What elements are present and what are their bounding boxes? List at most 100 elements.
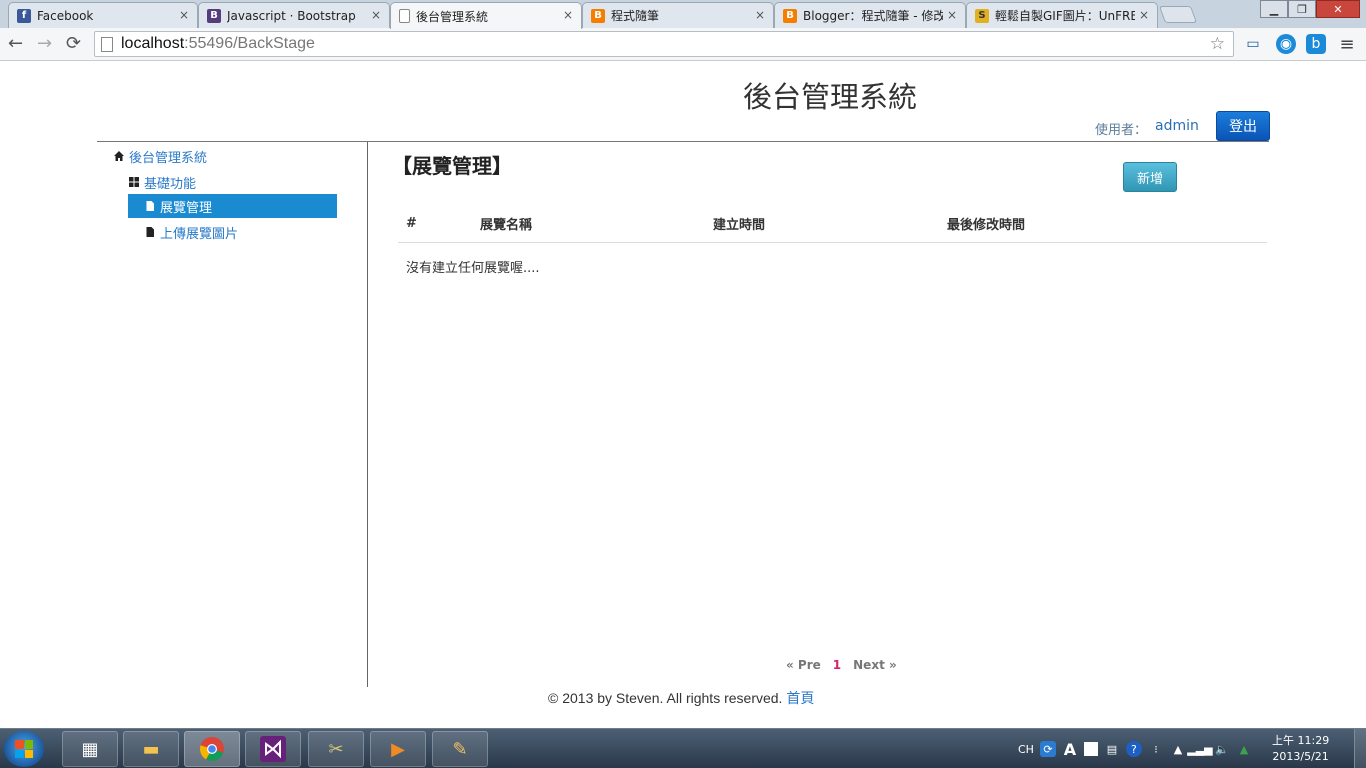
table-header: # 展覽名稱 建立時間 最後修改時間 xyxy=(398,202,1267,243)
facebook-favicon-icon: f xyxy=(17,8,31,23)
menu-icon[interactable]: ≡ xyxy=(1337,34,1357,55)
sidebar-item-home[interactable]: 後台管理系統 xyxy=(113,144,207,168)
prev-page-link[interactable]: « Pre xyxy=(786,658,821,672)
extension-compass-icon[interactable]: ◉ xyxy=(1276,34,1296,54)
drive-sync-icon[interactable]: ▲ xyxy=(1236,741,1252,757)
file-icon xyxy=(144,200,156,212)
bookmark-star-icon[interactable]: ☆ xyxy=(1210,34,1225,54)
new-tab-button[interactable] xyxy=(1158,6,1198,23)
tab-title: 後台管理系統 xyxy=(416,9,489,24)
blogger-favicon-icon: B xyxy=(783,8,797,23)
user-name-link[interactable]: admin xyxy=(1155,118,1199,134)
browser-tab-gif[interactable]: S 輕鬆自製GIF圖片：UnFRE × xyxy=(966,2,1158,28)
tab-title: 程式隨筆 xyxy=(611,9,660,23)
sidebar-item-exhibition-management[interactable]: 展覽管理 xyxy=(128,194,337,218)
exhibition-table: # 展覽名稱 建立時間 最後修改時間 沒有建立任何展覽喔.... xyxy=(398,202,1267,276)
sidebar-item-label: 基礎功能 xyxy=(144,176,197,192)
column-header-created: 建立時間 xyxy=(713,218,766,233)
add-button[interactable]: 新增 xyxy=(1123,162,1177,192)
next-page-link[interactable]: Next » xyxy=(853,658,897,672)
explorer-taskbar-icon[interactable]: ▬ xyxy=(123,731,179,767)
page-title: 後台管理系統 xyxy=(743,80,918,114)
half-width-icon[interactable] xyxy=(1083,742,1098,756)
tab-title: Javascript · Bootstrap xyxy=(227,8,356,23)
window-close-icon[interactable]: ✕ xyxy=(1316,0,1360,18)
tab-close-icon[interactable]: × xyxy=(563,8,573,22)
page-icon xyxy=(101,36,113,52)
minimize-icon[interactable]: ▁ xyxy=(1260,0,1288,18)
tab-title: 輕鬆自製GIF圖片：UnFRE xyxy=(995,9,1135,23)
tab-close-icon[interactable]: × xyxy=(1139,8,1149,22)
show-hidden-icons-icon[interactable]: ▲ xyxy=(1170,741,1186,757)
column-header-index: # xyxy=(406,216,417,231)
browser-tab-blog[interactable]: B 程式隨筆 × xyxy=(582,2,774,28)
blogger-favicon-icon: B xyxy=(591,8,605,23)
system-tray: CH ⟳ A ▤ ? ⁝ ▲ ▂▃▅ 🔈 ▲ xyxy=(1018,729,1252,768)
paint-taskbar-icon[interactable]: ✎ xyxy=(432,731,488,767)
ime-options-icon[interactable]: ⁝ xyxy=(1148,741,1164,757)
browser-tab-backstage[interactable]: 後台管理系統 × xyxy=(390,2,582,29)
ime-pad-icon[interactable]: ▤ xyxy=(1104,741,1120,757)
forward-arrow-icon[interactable]: → xyxy=(37,33,52,54)
browser-tab-strip: f Facebook × B Javascript · Bootstrap × … xyxy=(0,0,1366,29)
section-title: 【展覽管理】 xyxy=(392,154,512,178)
footer-home-link[interactable]: 首頁 xyxy=(786,690,814,706)
footer-copyright: © 2013 by Steven. All rights reserved. xyxy=(548,690,783,706)
visual-studio-taskbar-icon[interactable] xyxy=(245,731,301,767)
reload-icon[interactable]: ⟳ xyxy=(66,33,81,54)
url-host: localhost xyxy=(121,35,185,52)
tab-close-icon[interactable]: × xyxy=(947,8,957,22)
media-player-taskbar-icon[interactable]: ▶ xyxy=(370,731,426,767)
sidebar-item-upload-images[interactable]: 上傳展覽圖片 xyxy=(144,220,238,244)
browser-tab-facebook[interactable]: f Facebook × xyxy=(8,2,198,28)
address-bar[interactable]: localhost:55496/BackStage ☆ xyxy=(94,31,1234,57)
font-size-icon[interactable]: A xyxy=(1062,740,1078,759)
browser-tab-blogger-edit[interactable]: B Blogger：程式隨筆 - 修改 × xyxy=(774,2,966,28)
sidebar-item-basic-functions[interactable]: 基礎功能 xyxy=(128,170,196,194)
home-icon xyxy=(113,150,125,162)
url-path: :55496/BackStage xyxy=(184,35,315,52)
bootstrap-favicon-icon: B xyxy=(207,8,221,23)
sidebar-divider xyxy=(367,142,368,687)
restore-icon[interactable]: ❐ xyxy=(1288,0,1316,18)
logout-button[interactable]: 登出 xyxy=(1216,111,1270,141)
current-page-link[interactable]: 1 xyxy=(833,658,841,672)
column-header-name: 展覽名稱 xyxy=(480,218,533,233)
sidebar-item-label: 上傳展覽圖片 xyxy=(160,226,239,242)
cast-icon[interactable]: ▭ xyxy=(1243,34,1263,54)
page-content: 後台管理系統 使用者： admin 登出 後台管理系統 基礎功能 展覽管理 上傳… xyxy=(0,62,1366,728)
site-favicon-icon: S xyxy=(975,8,989,23)
column-header-modified: 最後修改時間 xyxy=(947,218,1026,233)
windows-taskbar: ▦ ▬ ✂ ▶ ✎ CH ⟳ A ▤ ? ⁝ ▲ ▂▃▅ 🔈 ▲ 上午 11:2… xyxy=(0,728,1366,768)
empty-table-message: 沒有建立任何展覽喔.... xyxy=(406,261,540,276)
tab-close-icon[interactable]: × xyxy=(371,8,381,22)
header-divider xyxy=(97,141,1269,142)
help-icon[interactable]: ? xyxy=(1125,741,1142,757)
sidebar-item-label: 後台管理系統 xyxy=(129,150,208,166)
grid-icon xyxy=(128,176,140,188)
input-language-indicator[interactable]: CH xyxy=(1018,743,1034,756)
chrome-taskbar-icon[interactable] xyxy=(184,731,240,767)
footer: © 2013 by Steven. All rights reserved. 首… xyxy=(548,688,814,708)
tab-title: Blogger：程式隨筆 - 修改 xyxy=(803,9,943,23)
user-label: 使用者： xyxy=(1095,123,1148,138)
tab-close-icon[interactable]: × xyxy=(755,8,765,22)
tools-taskbar-icon[interactable]: ✂ xyxy=(308,731,364,767)
file-icon xyxy=(144,226,156,238)
page-favicon-icon xyxy=(399,9,410,23)
ime-icon[interactable]: ⟳ xyxy=(1039,741,1056,757)
network-signal-icon[interactable]: ▂▃▅ xyxy=(1187,741,1212,757)
start-button[interactable] xyxy=(4,731,44,767)
browser-tab-bootstrap[interactable]: B Javascript · Bootstrap × xyxy=(198,2,390,28)
sidebar-item-label: 展覽管理 xyxy=(160,200,213,216)
taskbar-clock[interactable]: 上午 11:29 2013/5/21 xyxy=(1272,733,1329,765)
calculator-taskbar-icon[interactable]: ▦ xyxy=(62,731,118,767)
browser-toolbar: ← → ⟳ localhost:55496/BackStage ☆ ▭ ◉ b … xyxy=(0,28,1366,61)
back-arrow-icon[interactable]: ← xyxy=(8,33,23,54)
volume-icon[interactable]: 🔈 xyxy=(1214,741,1230,757)
tab-close-icon[interactable]: × xyxy=(179,8,189,22)
windows-logo-icon xyxy=(15,740,33,758)
clock-date: 2013/5/21 xyxy=(1272,750,1329,763)
extension-b-icon[interactable]: b xyxy=(1306,34,1326,54)
show-desktop-button[interactable] xyxy=(1354,729,1366,768)
